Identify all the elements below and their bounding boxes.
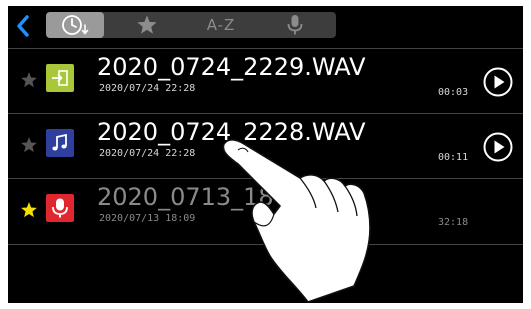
back-button[interactable]: [12, 12, 34, 40]
file-row[interactable]: 2020_0724_2229.WAV 2020/07/24 22:28 00:0…: [8, 49, 523, 112]
file-duration: 32:18: [438, 217, 469, 228]
file-duration: 00:11: [438, 152, 469, 163]
file-date: 2020/07/24 22:28: [99, 83, 196, 94]
file-name: 2020_0724_2228.WAV: [97, 118, 366, 146]
divider: [8, 244, 523, 245]
file-duration: 00:03: [438, 87, 469, 98]
tab-sort-by-date[interactable]: [46, 12, 104, 38]
play-button[interactable]: [482, 66, 514, 98]
sort-tabs: A-Z: [46, 12, 336, 38]
star-icon[interactable]: [20, 136, 38, 154]
import-icon: [46, 64, 74, 92]
tab-recordings[interactable]: [266, 12, 324, 38]
chevron-left-icon: [17, 15, 29, 37]
file-row[interactable]: 2020_0713_18 2020/07/13 18:09 32:18: [8, 179, 523, 242]
music-note-icon: [46, 129, 74, 157]
microphone-icon: [46, 194, 74, 222]
alphabetical-label: A-Z: [206, 16, 236, 34]
tab-alphabetical[interactable]: A-Z: [192, 12, 250, 38]
screen: A-Z 2020_0724_2229.WAV 2020/07/24 22:28: [8, 6, 523, 303]
file-name: 2020_0724_2229.WAV: [97, 53, 366, 81]
star-icon[interactable]: [20, 71, 38, 89]
clock-sort-icon: [62, 15, 89, 35]
file-name: 2020_0713_18: [97, 183, 274, 211]
file-date: 2020/07/24 22:28: [99, 148, 196, 159]
file-date: 2020/07/13 18:09: [99, 213, 196, 224]
star-icon[interactable]: [20, 201, 38, 219]
play-button[interactable]: [482, 131, 514, 163]
star-icon: [137, 15, 157, 34]
tab-favorites[interactable]: [118, 12, 176, 38]
microphone-icon: [287, 15, 303, 35]
top-bar: A-Z: [8, 6, 523, 44]
file-row[interactable]: 2020_0724_2228.WAV 2020/07/24 22:28 00:1…: [8, 114, 523, 177]
